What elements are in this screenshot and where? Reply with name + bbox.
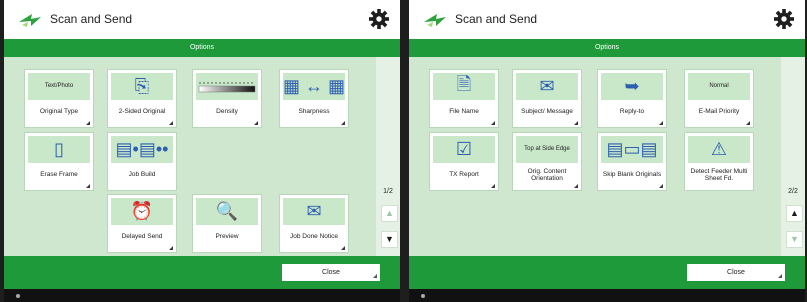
sharpness-button[interactable]: ▦ ↔ ▦ Sharpness — [279, 69, 349, 128]
two-sided-original-button[interactable]: ⎘ 2-Sided Original — [107, 69, 177, 128]
submenu-arrow-icon — [250, 121, 258, 125]
options-panel-page-2: Scan and Send Options 🗎 File Name ✉ Subj… — [409, 0, 805, 302]
submenu-arrow-icon — [570, 121, 578, 125]
submenu-arrow-icon — [487, 184, 495, 188]
preview-button[interactable]: 🔍 Preview — [192, 194, 262, 253]
delayed-send-button[interactable]: ⏰ Delayed Send — [107, 194, 177, 253]
submenu-arrow-icon — [165, 121, 173, 125]
scroll-column: 1/2 ▲ ▼ — [376, 57, 400, 256]
erase-frame-icon: ▯ — [28, 136, 90, 163]
status-indicator-icon — [421, 294, 425, 298]
close-button[interactable]: Close — [282, 264, 380, 281]
detect-feeder-multi-sheet-button[interactable]: ⚠ Detect Feeder Multi Sheet Fd. — [684, 132, 754, 191]
file-name-icon: 🗎 — [433, 73, 495, 100]
title-bar: Scan and Send — [4, 0, 400, 39]
options-panel-page-1: Scan and Send Options Text/Photo Origina… — [4, 0, 400, 302]
options-header: Options — [409, 39, 805, 57]
subject-message-icon: ✉ — [516, 73, 578, 100]
scroll-up-icon[interactable]: ▲ — [786, 205, 803, 222]
scroll-up-icon[interactable]: ▲ — [381, 205, 398, 222]
gear-icon[interactable] — [773, 8, 795, 30]
clock-icon: ⏰ — [111, 198, 173, 225]
status-bar — [409, 289, 805, 302]
submenu-arrow-icon — [337, 121, 345, 125]
preview-icon: 🔍 — [196, 198, 258, 225]
status-bar — [4, 289, 400, 302]
email-priority-value: Normal — [688, 73, 750, 100]
sharpness-icon: ▦ ↔ ▦ — [283, 73, 345, 100]
multi-sheet-feed-icon: ⚠ — [688, 136, 750, 163]
submenu-arrow-icon — [487, 121, 495, 125]
status-indicator-icon — [16, 294, 20, 298]
scroll-column: 2/2 ▲ ▼ — [781, 57, 805, 256]
orig-content-orientation-button[interactable]: Top at Side Edge Orig. Content Orientati… — [512, 132, 582, 191]
subject-message-button[interactable]: ✉ Subject/ Message — [512, 69, 582, 128]
reply-to-icon: ➥ — [601, 73, 663, 100]
scroll-down-icon[interactable]: ▼ — [786, 231, 803, 248]
scan-send-icon — [19, 14, 41, 27]
orientation-value: Top at Side Edge — [516, 136, 578, 163]
submenu-arrow-icon — [655, 121, 663, 125]
job-done-notice-icon: ✉ — [283, 198, 345, 225]
bottom-bar: Close — [409, 256, 805, 289]
submenu-arrow-icon — [337, 246, 345, 250]
density-icon — [196, 73, 258, 100]
job-done-notice-button[interactable]: ✉ Job Done Notice — [279, 194, 349, 253]
gear-icon[interactable] — [368, 8, 390, 30]
submenu-arrow-icon — [165, 246, 173, 250]
page-indicator: 2/2 — [788, 188, 798, 195]
erase-frame-button[interactable]: ▯ Erase Frame — [24, 132, 94, 191]
page-indicator: 1/2 — [383, 188, 393, 195]
original-type-button[interactable]: Text/Photo Original Type — [24, 69, 94, 128]
close-button[interactable]: Close — [687, 264, 785, 281]
title-bar: Scan and Send — [409, 0, 805, 39]
bottom-bar: Close — [4, 256, 400, 289]
submenu-arrow-icon — [82, 121, 90, 125]
screen-title: Scan and Send — [455, 12, 538, 26]
options-grid: 🗎 File Name ✉ Subject/ Message ➥ Reply-t… — [409, 57, 805, 256]
corner-arrow-icon — [778, 274, 782, 278]
email-priority-button[interactable]: Normal E-Mail Priority — [684, 69, 754, 128]
submenu-arrow-icon — [742, 121, 750, 125]
file-name-button[interactable]: 🗎 File Name — [429, 69, 499, 128]
options-grid: Text/Photo Original Type ⎘ 2-Sided Origi… — [4, 57, 400, 256]
screen-title: Scan and Send — [50, 12, 133, 26]
options-header: Options — [4, 39, 400, 57]
submenu-arrow-icon — [570, 184, 578, 188]
scan-send-icon — [424, 14, 446, 27]
submenu-arrow-icon — [82, 184, 90, 188]
job-build-button[interactable]: ▤•▤•• Job Build — [107, 132, 177, 191]
original-type-icon: Text/Photo — [28, 73, 90, 100]
submenu-arrow-icon — [655, 184, 663, 188]
tx-report-icon: ☑ — [433, 136, 495, 163]
skip-blank-originals-button[interactable]: ▤▭▤ Skip Blank Originals — [597, 132, 667, 191]
job-build-icon: ▤•▤•• — [111, 136, 173, 163]
skip-blank-icon: ▤▭▤ — [601, 136, 663, 163]
corner-arrow-icon — [373, 274, 377, 278]
density-button[interactable]: Density — [192, 69, 262, 128]
tx-report-button[interactable]: ☑ TX Report — [429, 132, 499, 191]
scroll-down-icon[interactable]: ▼ — [381, 231, 398, 248]
two-sided-original-icon: ⎘ — [111, 73, 173, 100]
reply-to-button[interactable]: ➥ Reply-to — [597, 69, 667, 128]
